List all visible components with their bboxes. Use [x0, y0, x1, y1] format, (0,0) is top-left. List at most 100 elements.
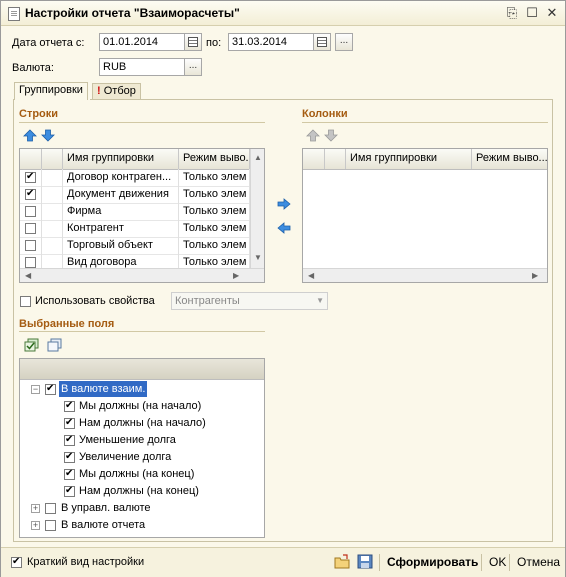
short-view-label: Краткий вид настройки [27, 556, 145, 568]
row-blank-cell [42, 237, 63, 254]
tree-node[interactable]: − В валюте взаим. [20, 381, 260, 397]
selected-fields-tree[interactable]: − В валюте взаим. Мы должны (на начало) Нам… [19, 358, 265, 538]
move-down-icon[interactable] [41, 129, 55, 142]
move-right-icon[interactable] [277, 198, 291, 210]
rows-section-divider [19, 122, 265, 123]
row-checkbox[interactable] [25, 257, 36, 268]
tree-node[interactable]: + В управл. валюте [20, 500, 260, 516]
tree-leaf-checkbox[interactable] [64, 399, 75, 412]
table-row[interactable]: Документ движенияТолько элем [20, 186, 250, 204]
row-blank-cell [42, 203, 63, 220]
use-properties-checkbox[interactable] [20, 296, 31, 307]
table-row[interactable]: Договор контраген...Только элем [20, 169, 250, 187]
tree-leaf-label: Нам должны (на конец) [79, 485, 199, 497]
properties-combo: Контрагенты ▼ [171, 292, 328, 310]
cancel-button[interactable]: Отмена [517, 548, 560, 577]
table-row[interactable]: Торговый объект Только элем [20, 237, 250, 255]
expand-icon[interactable]: + [31, 521, 40, 530]
open-folder-icon[interactable] [334, 554, 350, 569]
date-to-field[interactable]: 31.03.2014 [228, 33, 314, 51]
row-checkbox[interactable] [25, 223, 36, 234]
row-blank-cell [42, 220, 63, 237]
maximize-button[interactable]: ☐ [524, 5, 540, 21]
tab-groupings[interactable]: Группировки [14, 82, 88, 100]
short-view-checkbox[interactable] [11, 555, 22, 568]
row-mode-cell[interactable]: Только элем [179, 237, 250, 254]
row-mode-cell[interactable]: Только элем [179, 220, 250, 237]
table-row[interactable]: Контрагент Только элем [20, 220, 250, 238]
row-check-cell [20, 186, 42, 203]
columns-section-title: Колонки [302, 108, 348, 120]
rows-vertical-scrollbar[interactable]: ▲ ▼ [250, 149, 264, 268]
scroll-left-icon[interactable]: ◀ [25, 271, 31, 281]
tree-node-checkbox[interactable] [45, 503, 56, 514]
tree-leaf-checkbox[interactable] [64, 416, 75, 429]
row-checkbox[interactable] [25, 170, 36, 183]
tree-node-checkbox[interactable] [45, 520, 56, 531]
tree-leaf-checkbox[interactable] [64, 433, 75, 446]
grid-header-mode[interactable]: Режим выво... [472, 149, 547, 169]
calendar-icon [188, 37, 198, 47]
chevron-down-icon: ▼ [316, 296, 324, 305]
period-more-button[interactable]: ... [335, 33, 353, 51]
tree-leaf[interactable]: Увеличение долга [20, 449, 260, 465]
close-button[interactable]: ✕ [544, 5, 560, 21]
grid-header-name[interactable]: Имя группировки [63, 149, 179, 169]
tree-leaf-checkbox[interactable] [64, 450, 75, 463]
row-mode-cell[interactable]: Только элем [179, 186, 250, 203]
currency-field[interactable]: RUB [99, 58, 185, 76]
date-from-field[interactable]: 01.01.2014 [99, 33, 185, 51]
scroll-down-icon[interactable]: ▼ [254, 253, 262, 263]
row-checkbox[interactable] [25, 240, 36, 251]
tree-node[interactable]: + В валюте отчета [20, 517, 260, 533]
row-mode-cell[interactable]: Только элем [179, 169, 250, 186]
tree-leaf[interactable]: Уменьшение долга [20, 432, 260, 448]
tree-leaf[interactable]: Мы должны (на начало) [20, 398, 260, 414]
grid-header-name[interactable]: Имя группировки [346, 149, 472, 169]
grid-header-blank [325, 149, 346, 169]
date-from-calendar-button[interactable] [184, 33, 202, 51]
grid-header-mode[interactable]: Режим выво... [179, 149, 250, 169]
scroll-right-icon[interactable]: ▶ [532, 271, 538, 281]
currency-select-button[interactable]: ... [184, 58, 202, 76]
ok-button[interactable]: OK [489, 548, 506, 577]
tree-leaf-checkbox[interactable] [64, 467, 75, 480]
row-checkbox[interactable] [25, 206, 36, 217]
date-to-calendar-button[interactable] [313, 33, 331, 51]
row-mode-cell[interactable]: Только элем [179, 203, 250, 220]
tab-divider [90, 99, 553, 100]
scroll-up-icon[interactable]: ▲ [254, 153, 262, 163]
move-left-icon[interactable] [277, 222, 291, 234]
use-properties-label: Использовать свойства [35, 295, 155, 307]
generate-button[interactable]: Сформировать [387, 548, 478, 577]
rows-horizontal-scrollbar[interactable]: ◀ ▶ [20, 268, 264, 282]
tab-filter[interactable]: ! Отбор [92, 83, 141, 100]
tab-label: Отбор [103, 85, 136, 97]
uncheck-all-icon[interactable] [47, 338, 63, 352]
tree-leaf[interactable]: Мы должны (на конец) [20, 466, 260, 482]
rows-grid[interactable]: Имя группировки Режим выво... Договор ко… [19, 148, 265, 283]
save-icon[interactable] [357, 554, 373, 569]
move-up-icon[interactable] [23, 129, 37, 142]
check-all-icon[interactable] [24, 338, 40, 352]
tree-leaf-checkbox[interactable] [64, 484, 75, 497]
separator [481, 554, 482, 571]
calendar-icon [317, 37, 327, 47]
grid-header-check [20, 149, 42, 169]
date-to-label: по: [206, 37, 222, 49]
columns-horizontal-scrollbar[interactable]: ◀ ▶ [303, 268, 547, 282]
tree-node-label: В валюте отчета [61, 519, 146, 531]
tree-leaf[interactable]: Нам должны (на начало) [20, 415, 260, 431]
row-checkbox[interactable] [25, 187, 36, 200]
tab-label: Группировки [19, 84, 83, 96]
help-icon[interactable]: ⎘ [504, 5, 520, 21]
scroll-left-icon[interactable]: ◀ [308, 271, 314, 281]
tree-leaf[interactable]: Нам должны (на конец) [20, 483, 260, 499]
table-row[interactable]: Фирма Только элем [20, 203, 250, 221]
collapse-icon[interactable]: − [31, 385, 40, 394]
expand-icon[interactable]: + [31, 504, 40, 513]
columns-grid[interactable]: Имя группировки Режим выво... ◀ ▶ [302, 148, 548, 283]
grid-header-blank [42, 149, 63, 169]
tree-node-checkbox[interactable] [45, 382, 56, 395]
scroll-right-icon[interactable]: ▶ [233, 271, 239, 281]
